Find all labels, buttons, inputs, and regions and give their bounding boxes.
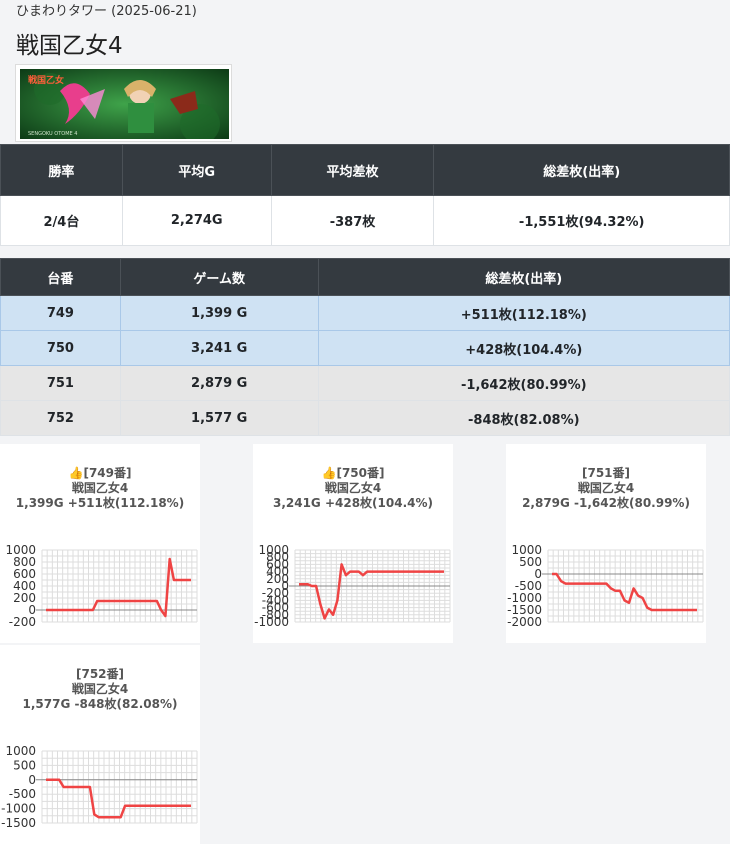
- chart-title-stats: 2,879G -1,642枚(80.99%): [522, 496, 690, 510]
- machine-diff: -848枚(82.08%): [317, 400, 730, 436]
- chart-title-stats: 3,241G +428枚(104.4%): [272, 496, 434, 510]
- thumbs-up-icon: 👍: [321, 466, 337, 480]
- machine-diff: +428枚(104.4%): [317, 330, 730, 366]
- y-tick-label: -200: [9, 615, 36, 629]
- chart-title-number: [750番]: [336, 466, 385, 480]
- machine-games: 3,241 G: [119, 330, 319, 366]
- chart-card-751: 1000 500 0 -500 -1000 -1500 -2000 [751番] 戦国乙女4…: [506, 444, 706, 643]
- chart-card-752: 1000 500 0 -500 -1000 -1500 [752番] 戦国乙女4 1,57…: [0, 645, 200, 844]
- chart-card-750: 1000 800 600 400 200 0 -200 -400 -600 -800 -1000 👍…: [253, 444, 453, 643]
- chart-card-749: 1000 800 600 400 200 0 -200 👍[749番] 戦国乙女4 1,39…: [0, 444, 200, 643]
- machine-table: 台番 ゲーム数 総差枚(出率) 749 1,399 G +511枚(112.18…: [0, 258, 730, 436]
- chart-title-number: [751番]: [581, 466, 631, 480]
- chart-title-stats: 1,577G -848枚(82.08%): [22, 697, 178, 711]
- y-tick-label: 0: [28, 773, 36, 787]
- chart-title-number: [749番]: [83, 466, 132, 480]
- summary-header-total-diff: 総差枚(出率): [433, 144, 730, 196]
- chart-title-number: [752番]: [75, 667, 125, 681]
- y-tick-label: -1500: [1, 816, 36, 830]
- chart-title-name: 戦国乙女4: [577, 481, 635, 495]
- machine-games: 1,577 G: [119, 400, 319, 436]
- summary-win-rate: 2/4台: [0, 195, 123, 246]
- chart-title-name: 戦国乙女4: [324, 481, 382, 495]
- machine-header-number: 台番: [0, 258, 121, 296]
- machine-number: 749: [0, 295, 121, 331]
- machine-header-diff: 総差枚(出率): [317, 258, 730, 296]
- machine-number: 752: [0, 400, 121, 436]
- summary-header-avg-games: 平均G: [121, 144, 272, 196]
- machine-title: 戦国乙女4: [16, 33, 123, 59]
- y-tick-label: 500: [13, 758, 36, 772]
- summary-avg-diff: -387枚: [270, 195, 435, 246]
- table-row[interactable]: 750 3,241 G +428枚(104.4%): [0, 330, 730, 366]
- summary-header-win-rate: 勝率: [0, 144, 123, 196]
- chart-header: 👍[749番] 戦国乙女4 1,399G +511枚(112.18%): [0, 466, 200, 511]
- y-tick-label: -2000: [507, 615, 542, 629]
- summary-header-avg-diff: 平均差枚: [270, 144, 435, 196]
- thumbs-up-icon: 👍: [68, 466, 84, 480]
- y-tick-label: -500: [9, 787, 36, 801]
- machine-number: 751: [0, 365, 121, 401]
- store-date: ひまわりタワー (2025-06-21): [16, 4, 197, 19]
- machine-games: 2,879 G: [119, 365, 319, 401]
- machine-games: 1,399 G: [119, 295, 319, 331]
- svg-text:SENGOKU OTOME 4: SENGOKU OTOME 4: [28, 131, 77, 137]
- table-row[interactable]: 749 1,399 G +511枚(112.18%): [0, 295, 730, 331]
- table-row[interactable]: 751 2,879 G -1,642枚(80.99%): [0, 365, 730, 401]
- machine-diff: -1,642枚(80.99%): [317, 365, 730, 401]
- svg-text:戦国乙女: 戦国乙女: [28, 74, 64, 86]
- machine-number: 750: [0, 330, 121, 366]
- chart-header: [752番] 戦国乙女4 1,577G -848枚(82.08%): [0, 667, 200, 712]
- chart-title-name: 戦国乙女4: [71, 481, 129, 495]
- chart-header: [751番] 戦国乙女4 2,879G -1,642枚(80.99%): [506, 466, 706, 511]
- table-row[interactable]: 752 1,577 G -848枚(82.08%): [0, 400, 730, 436]
- chart-header: 👍[750番] 戦国乙女4 3,241G +428枚(104.4%): [253, 466, 453, 511]
- machine-banner: 戦国乙女 SENGOKU OTOME 4: [15, 64, 232, 142]
- summary-total-diff: -1,551枚(94.32%): [433, 195, 730, 246]
- machine-header-games: ゲーム数: [119, 258, 319, 296]
- machine-banner-image: 戦国乙女 SENGOKU OTOME 4: [20, 69, 229, 139]
- y-tick-label: -1000: [254, 615, 289, 629]
- chart-title-stats: 1,399G +511枚(112.18%): [15, 496, 185, 510]
- chart-title-name: 戦国乙女4: [71, 682, 129, 696]
- summary-table: 勝率 平均G 平均差枚 総差枚(出率) 2/4台 2,274G -387枚 -1…: [0, 144, 730, 246]
- y-tick-label: -1000: [1, 802, 36, 816]
- machine-diff: +511枚(112.18%): [317, 295, 730, 331]
- y-tick-label: 1000: [5, 744, 36, 758]
- summary-avg-games: 2,274G: [121, 195, 272, 246]
